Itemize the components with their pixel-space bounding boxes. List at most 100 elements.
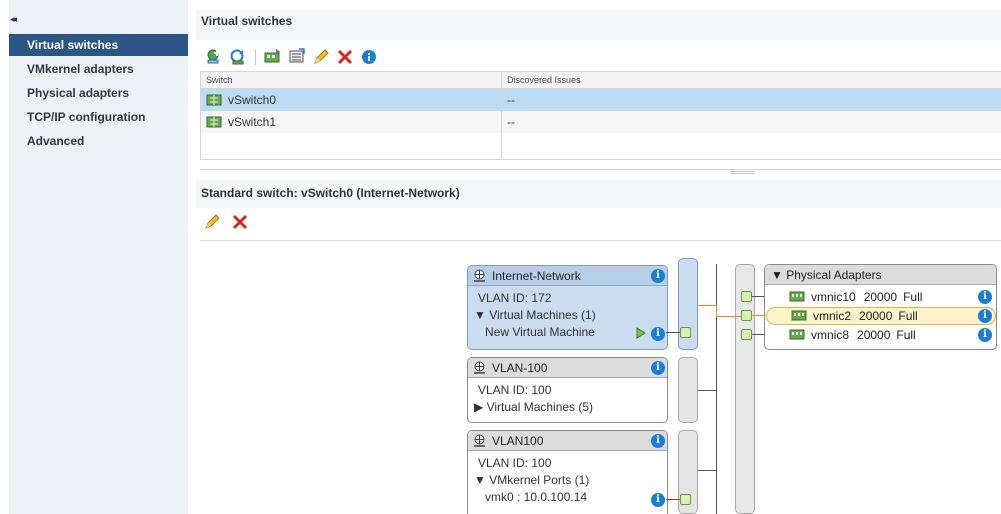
switch-cell: vSwitch1 bbox=[201, 111, 502, 133]
delete-icon[interactable] bbox=[231, 213, 249, 231]
port-group-internet-network[interactable]: Internet-Network i VLAN ID: 172 ▼ Virtua… bbox=[467, 265, 668, 350]
info-icon[interactable]: i bbox=[651, 269, 665, 283]
table-row[interactable]: vSwitch1 -- bbox=[201, 111, 1001, 133]
port-group-icon bbox=[474, 361, 485, 374]
port-group-header: VLAN-100 i bbox=[468, 358, 667, 378]
issues-cell: -- bbox=[507, 115, 515, 129]
vlan-id: VLAN ID: 100 bbox=[478, 383, 552, 397]
sidebar-item-advanced[interactable]: Advanced bbox=[9, 130, 188, 152]
port-group-header: VLAN100 i bbox=[468, 431, 667, 451]
port-connector bbox=[680, 494, 691, 505]
delete-icon[interactable] bbox=[336, 48, 354, 66]
bus-line bbox=[716, 264, 717, 514]
sidebar-item-physical-adapters[interactable]: Physical adapters bbox=[9, 82, 188, 104]
physical-adapter-row[interactable]: vmnic10 20000 Full i bbox=[765, 288, 996, 306]
sidebar-item-virtual-switches[interactable]: Virtual switches bbox=[9, 34, 188, 56]
info-icon[interactable]: i bbox=[978, 328, 992, 342]
nic-duplex: Full bbox=[903, 290, 923, 304]
edit-icon[interactable] bbox=[312, 48, 330, 66]
info-icon[interactable]: i bbox=[651, 327, 665, 341]
connector-line bbox=[666, 332, 680, 333]
sidebar-item-vmkernel-adapters[interactable]: VMkernel adapters bbox=[9, 58, 188, 80]
port-group-icon bbox=[474, 434, 485, 447]
standard-switch-toolbar bbox=[203, 213, 249, 231]
collapse-sidebar-icon[interactable]: ◂◂ bbox=[10, 15, 17, 25]
vmkernel-port[interactable]: vmk0 : 10.0.100.14 bbox=[485, 489, 667, 506]
connector-line bbox=[666, 499, 680, 500]
port-group-name: VLAN100 bbox=[492, 433, 544, 448]
nic-speed: 20000 bbox=[859, 309, 893, 323]
info-icon[interactable]: i bbox=[651, 434, 665, 448]
sidebar-item-tcpip-configuration[interactable]: TCP/IP configuration bbox=[9, 106, 188, 128]
physical-adapter-row-selected[interactable]: vmnic2 20000 Full i bbox=[766, 307, 996, 325]
physical-adapter-row[interactable]: vmnic8 20000 Full i bbox=[765, 326, 996, 344]
manage-adapters-icon[interactable] bbox=[264, 48, 282, 66]
info-icon[interactable] bbox=[360, 48, 378, 66]
vlan-id: VLAN ID: 172 bbox=[478, 291, 552, 305]
panel-splitter[interactable] bbox=[200, 169, 1001, 170]
virtual-switches-toolbar bbox=[205, 46, 378, 68]
port-group-name: VLAN-100 bbox=[492, 360, 548, 375]
sidebar: ◂◂ Virtual switches VMkernel adapters Ph… bbox=[0, 0, 194, 514]
port-group-header: Internet-Network i bbox=[468, 266, 667, 286]
virtual-switches-title: Virtual switches bbox=[201, 14, 293, 28]
port-connector bbox=[680, 327, 691, 338]
uplink-port bbox=[741, 310, 752, 321]
nic-duplex: Full bbox=[896, 328, 916, 342]
empty-row bbox=[201, 133, 1001, 158]
info-icon[interactable]: i bbox=[978, 309, 992, 323]
virtual-machines-section[interactable]: ▼ Virtual Machines (1) bbox=[474, 307, 667, 324]
switch-cell: vSwitch0 bbox=[201, 89, 502, 111]
nic-duplex: Full bbox=[898, 309, 918, 323]
info-icon[interactable]: i bbox=[978, 290, 992, 304]
virtual-machines-section[interactable]: ▶ Virtual Machines (5) bbox=[474, 399, 667, 416]
nic-speed: 20000 bbox=[857, 328, 891, 342]
vmkernel-ports-section[interactable]: ▼ VMkernel Ports (1) bbox=[474, 472, 667, 489]
bus-line bbox=[698, 470, 716, 471]
refresh-icon[interactable] bbox=[229, 48, 247, 66]
table-row[interactable]: vSwitch0 -- bbox=[201, 89, 1001, 111]
table-header: Switch Discovered Issues bbox=[201, 72, 1001, 89]
standard-switch-title: Standard switch: vSwitch0 (Internet-Netw… bbox=[201, 186, 460, 200]
add-networking-icon[interactable] bbox=[205, 48, 223, 66]
virtual-switches-header bbox=[196, 10, 1001, 40]
info-icon[interactable]: i bbox=[651, 493, 665, 507]
active-path-line bbox=[698, 305, 716, 306]
issues-cell: -- bbox=[507, 93, 515, 107]
nic-speed: 20000 bbox=[863, 290, 898, 304]
migrate-icon[interactable] bbox=[288, 48, 306, 66]
physical-adapters-header[interactable]: ▼ Physical Adapters bbox=[765, 265, 996, 285]
switch-name: vSwitch1 bbox=[228, 115, 277, 129]
port-group-vlan100[interactable]: VLAN100 i VLAN ID: 100 ▼ VMkernel Ports … bbox=[467, 430, 668, 514]
nic-icon bbox=[791, 310, 807, 321]
divider bbox=[200, 240, 1001, 241]
power-on-icon bbox=[636, 327, 646, 339]
physical-adapters-box[interactable]: ▼ Physical Adapters vmnic10 20000 Full i… bbox=[764, 264, 997, 350]
splitter-grip-icon[interactable] bbox=[730, 171, 754, 174]
vlan-id: VLAN ID: 100 bbox=[478, 456, 552, 470]
uplink-line bbox=[752, 334, 764, 335]
port-group-name: Internet-Network bbox=[492, 268, 581, 283]
nic-icon bbox=[789, 329, 805, 340]
switch-name: vSwitch0 bbox=[228, 93, 277, 107]
vswitch-icon bbox=[206, 116, 222, 128]
uplink-port bbox=[741, 329, 752, 340]
nic-icon bbox=[789, 291, 805, 302]
edit-icon[interactable] bbox=[203, 213, 221, 231]
info-icon[interactable]: i bbox=[651, 361, 665, 375]
port-group-vlan-100[interactable]: VLAN-100 i VLAN ID: 100 ▶ Virtual Machin… bbox=[467, 357, 668, 423]
nic-name: vmnic2 bbox=[813, 309, 852, 323]
port-group-icon bbox=[474, 269, 485, 282]
uplink-line bbox=[752, 315, 764, 316]
switch-bus[interactable] bbox=[678, 357, 698, 423]
active-path-line bbox=[716, 316, 741, 317]
uplink-port bbox=[741, 291, 752, 302]
bus-line bbox=[698, 390, 716, 391]
vswitch-icon bbox=[206, 94, 222, 106]
toolbar-separator bbox=[255, 49, 256, 65]
virtual-switches-table: Switch Discovered Issues vSwitch0 -- vSw… bbox=[200, 71, 1001, 160]
column-header-discovered-issues[interactable]: Discovered Issues bbox=[502, 72, 1001, 88]
uplink-line bbox=[752, 296, 764, 297]
nic-name: vmnic10 bbox=[811, 290, 856, 304]
column-header-switch[interactable]: Switch bbox=[201, 72, 502, 88]
